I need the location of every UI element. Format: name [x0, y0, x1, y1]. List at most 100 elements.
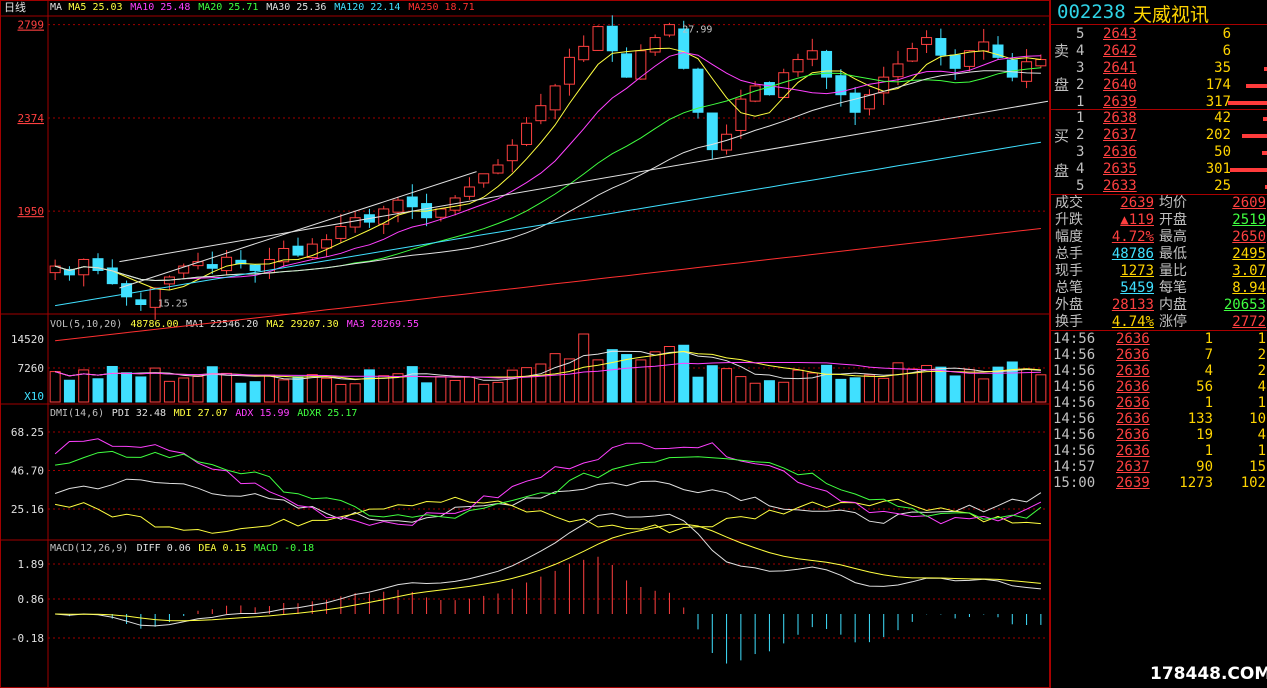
sell-level-row[interactable]: 3 2641 35	[1051, 60, 1267, 77]
tick-count: 1	[1257, 331, 1266, 347]
sell-level-row[interactable]: 5 2643 6	[1051, 26, 1267, 43]
candle-body	[463, 186, 475, 197]
volume-bar	[606, 349, 618, 403]
candle-body	[792, 59, 804, 73]
ask-price: 2643	[1103, 26, 1137, 42]
vol-axis-label: 7260	[18, 362, 45, 375]
volume-bar	[163, 380, 175, 403]
volume-bar	[478, 383, 490, 403]
candle-body	[221, 256, 233, 272]
volume-bar	[435, 376, 447, 403]
stock-chart[interactable]: 日线 MA MA5 25.03 MA10 25.48 MA20 25.71 MA30 25…	[0, 0, 1050, 688]
bid-price: 2635	[1103, 161, 1137, 177]
stat-label: 总笔	[1055, 280, 1083, 296]
adx-line	[54, 438, 1042, 526]
bid-volume: 301	[1205, 161, 1231, 177]
tick-volume: 7	[1204, 347, 1213, 363]
candle-body	[649, 37, 661, 53]
volume-bar	[463, 376, 475, 403]
candle-body	[749, 85, 761, 102]
volume-bar	[492, 381, 504, 403]
tick-row[interactable]: 15:00 2639 1273 102	[1051, 475, 1267, 492]
watermark: 178448.COM	[1150, 664, 1267, 684]
stat-value: 2772	[1232, 314, 1266, 330]
stat-row: 成交 2639 均价 2609	[1051, 195, 1267, 212]
stat-value: 28133	[1111, 297, 1154, 313]
buy-level-row[interactable]: 1 2638 42	[1051, 110, 1267, 127]
candle-body	[663, 24, 675, 36]
candle-body	[135, 299, 147, 306]
ma-legend-item: MA5 25.03	[68, 2, 122, 13]
stat-label: 量比	[1159, 263, 1187, 279]
volume-bar	[321, 377, 333, 403]
ma-legend-item: MA	[50, 2, 62, 13]
vol-legend-item: MA3 28269.55	[347, 319, 419, 330]
macd-legend-item: DIFF 0.06	[137, 543, 191, 554]
ask-price: 2641	[1103, 60, 1137, 76]
volume-bar	[92, 378, 104, 403]
volume-bar	[292, 376, 304, 403]
stat-row: 现手 1273 量比 3.07	[1051, 263, 1267, 280]
candle-body	[763, 82, 775, 96]
dmi-axis-label: 46.70	[11, 465, 44, 478]
tick-row[interactable]: 14:56 2636 7 2	[1051, 347, 1267, 364]
volume-bar	[763, 380, 775, 403]
buy-level-row[interactable]: 3 2636 50	[1051, 144, 1267, 161]
buy-level-row[interactable]: 4 2635 301	[1051, 161, 1267, 178]
tick-price: 2636	[1116, 331, 1150, 347]
level-number: 3	[1076, 144, 1085, 160]
ask-price: 2640	[1103, 77, 1137, 93]
tick-volume: 90	[1196, 459, 1213, 475]
tick-row[interactable]: 14:56 2636 56 4	[1051, 379, 1267, 396]
dea-line	[55, 523, 1041, 622]
stat-row: 升跌 ▲119 开盘 2519	[1051, 212, 1267, 229]
bid-volume-bar	[1242, 134, 1267, 138]
macd-axis-label: 0.86	[18, 593, 45, 606]
candle-body	[721, 133, 733, 151]
volume-bar	[835, 378, 847, 403]
volume-bar	[649, 351, 661, 403]
candle-body	[621, 53, 633, 78]
bid-volume-bar	[1263, 117, 1267, 121]
candle-body	[1021, 61, 1033, 82]
ma-legend-item: MA120 22.14	[334, 2, 400, 13]
dmi-legend-item: ADX 15.99	[235, 408, 289, 419]
candle-body	[392, 199, 404, 213]
tick-row[interactable]: 14:56 2636 4 2	[1051, 363, 1267, 380]
volume-bar	[735, 376, 747, 403]
buy-level-row[interactable]: 2 2637 202	[1051, 127, 1267, 144]
stat-label: 外盘	[1055, 297, 1083, 313]
stat-value: 3.07	[1232, 263, 1266, 279]
quote-panel: 002238 天威视讯 5 2643 6 4 2642 6 3 2641 35 2 2640 174 1…	[1050, 0, 1267, 688]
buy-level-row[interactable]: 5 2633 25	[1051, 178, 1267, 195]
tick-row[interactable]: 14:56 2636 1 1	[1051, 443, 1267, 460]
candle-body	[949, 54, 961, 69]
tick-row[interactable]: 14:56 2636 133 10	[1051, 411, 1267, 428]
buy-side-label: 买	[1054, 127, 1070, 145]
stat-row: 换手 4.74% 涨停 2772	[1051, 314, 1267, 331]
ask-volume-bar	[1228, 101, 1267, 105]
volume-bar	[221, 372, 233, 403]
volume-bar	[1035, 374, 1047, 403]
tick-row[interactable]: 14:57 2637 90 15	[1051, 459, 1267, 476]
stat-value: 4.74%	[1111, 314, 1154, 330]
sell-level-row[interactable]: 2 2640 174	[1051, 77, 1267, 94]
stock-code: 002238	[1057, 1, 1126, 23]
candle-body	[406, 196, 418, 208]
volume-bar	[535, 363, 547, 403]
tick-row[interactable]: 14:56 2636 19 4	[1051, 427, 1267, 444]
tick-price: 2637	[1116, 459, 1150, 475]
sell-level-row[interactable]: 4 2642 6	[1051, 43, 1267, 60]
level-number: 4	[1076, 161, 1085, 177]
tick-volume: 1	[1204, 395, 1213, 411]
candle-body	[921, 37, 933, 45]
vol-legend-item: VOL(5,10,20)	[50, 319, 122, 330]
volume-bar	[49, 371, 61, 403]
ask-price: 2642	[1103, 43, 1137, 59]
low-annotation: 15.25	[158, 299, 188, 310]
volume-bar	[106, 365, 118, 403]
level-number: 2	[1076, 127, 1085, 143]
volume-bar	[178, 377, 190, 403]
tick-row[interactable]: 14:56 2636 1 1	[1051, 331, 1267, 348]
tick-row[interactable]: 14:56 2636 1 1	[1051, 395, 1267, 412]
